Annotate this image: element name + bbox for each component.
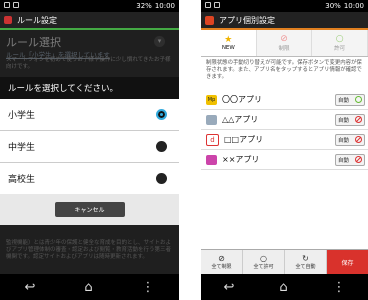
notification-icon <box>205 2 211 8</box>
app-list: Mp 〇〇アプリ 自動 △△アプリ 自動 d □□アプリ 自動 ××アプリ 自動 <box>201 90 368 170</box>
radio-icon[interactable] <box>156 141 167 152</box>
allowed-icon <box>355 96 362 103</box>
app-name[interactable]: 〇〇アプリ <box>222 94 330 105</box>
radio-icon[interactable] <box>156 173 167 184</box>
save-button[interactable]: 保存 <box>327 250 368 274</box>
app-icon <box>4 16 12 24</box>
app-name[interactable]: △△アプリ <box>222 114 330 125</box>
cancel-button[interactable]: キャンセル <box>54 202 125 217</box>
rule-option-label: 高校生 <box>8 175 36 185</box>
title-bar: アプリ個別設定 <box>201 12 368 30</box>
circle-icon: ○ <box>260 254 267 263</box>
screen-title: アプリ個別設定 <box>219 15 275 25</box>
status-bar: 32% 10:00 <box>0 0 179 12</box>
back-icon[interactable]: ↩ <box>223 280 234 295</box>
action-label: 全て許可 <box>253 264 274 270</box>
dialog-footer: キャンセル <box>0 194 179 225</box>
rule-option[interactable]: 高校生 <box>0 163 179 194</box>
menu-icon[interactable]: ⋮ <box>142 280 155 295</box>
circle-icon: ○ <box>335 34 344 44</box>
right-screen: 30% 10:00 アプリ個別設定 ★ NEW ⊘ 制限 ○ 許可 制限状態の手… <box>201 0 368 300</box>
app-badge-icon: d <box>206 133 219 146</box>
ban-icon: ⊘ <box>280 34 288 44</box>
tab-bar: ★ NEW ⊘ 制限 ○ 許可 <box>201 30 368 57</box>
app-badge-icon: Mp <box>206 94 217 105</box>
toggle-label: 自動 <box>338 97 350 104</box>
restricted-icon <box>355 136 362 143</box>
dialog-title: ルールを選択してください。 <box>0 77 179 99</box>
notification-icon <box>214 2 220 8</box>
action-bar: ⊘ 全て制限 ○ 全て許可 ↻ 全て自動 保存 <box>201 249 368 274</box>
app-icon <box>205 15 214 25</box>
home-icon[interactable]: ⌂ <box>279 280 287 295</box>
restricted-icon <box>355 116 362 123</box>
title-bar: ルール設定 <box>0 12 179 30</box>
allow-all-button[interactable]: ○ 全て許可 <box>243 250 285 274</box>
home-icon[interactable]: ⌂ <box>84 280 92 295</box>
app-row[interactable]: ××アプリ 自動 <box>201 150 368 170</box>
back-icon[interactable]: ↩ <box>24 280 35 295</box>
action-label: 保存 <box>341 259 354 267</box>
app-name[interactable]: ××アプリ <box>222 154 330 165</box>
rule-option-label: 小学生 <box>8 111 36 121</box>
nav-bar: ↩ ⌂ ⋮ <box>0 274 179 300</box>
star-icon: ★ <box>224 35 233 45</box>
tab-label: 許可 <box>334 46 346 52</box>
auto-all-button[interactable]: ↻ 全て自動 <box>285 250 327 274</box>
auto-toggle-button[interactable]: 自動 <box>335 153 365 166</box>
tab-label: 制限 <box>278 46 290 52</box>
tab-allowed[interactable]: ○ 許可 <box>312 30 368 56</box>
app-row[interactable]: d □□アプリ 自動 <box>201 130 368 150</box>
auto-icon: ↻ <box>302 254 309 263</box>
rule-option[interactable]: 中学生 <box>0 131 179 163</box>
menu-icon[interactable]: ⋮ <box>333 280 346 295</box>
screen-title: ルール設定 <box>17 15 57 25</box>
tab-new[interactable]: ★ NEW <box>201 30 257 56</box>
app-row[interactable]: △△アプリ 自動 <box>201 110 368 130</box>
action-label: 全て制限 <box>211 264 232 270</box>
auto-toggle-button[interactable]: 自動 <box>335 93 365 106</box>
auto-toggle-button[interactable]: 自動 <box>335 133 365 146</box>
toggle-label: 自動 <box>338 157 350 164</box>
app-badge-icon <box>206 114 217 125</box>
restricted-icon <box>355 156 362 163</box>
tab-restricted[interactable]: ⊘ 制限 <box>257 30 313 56</box>
tab-label: NEW <box>221 45 235 51</box>
toggle-label: 自動 <box>338 137 350 144</box>
radio-selected-icon[interactable] <box>156 109 167 120</box>
action-label: 全て自動 <box>295 264 316 270</box>
ban-icon: ⊘ <box>218 254 225 263</box>
toggle-label: 自動 <box>338 117 350 124</box>
restrict-all-button[interactable]: ⊘ 全て制限 <box>201 250 243 274</box>
notification-icon <box>4 2 10 8</box>
rule-select-dialog: ルールを選択してください。 小学生 中学生 高校生 キャンセル <box>0 77 179 225</box>
notification-icon <box>13 2 19 8</box>
rule-option-label: 中学生 <box>8 143 36 153</box>
instructions-text: 制限状態の手動切り替えが可能です。保存ボタンで変更内容が保存されます。また、アプ… <box>206 60 362 80</box>
nav-bar: ↩ ⌂ ⋮ <box>201 274 368 300</box>
clock: 10:00 <box>343 2 364 10</box>
app-badge-icon <box>206 154 217 165</box>
rule-option[interactable]: 小学生 <box>0 99 179 131</box>
battery-level: 32% <box>136 2 152 10</box>
app-row[interactable]: Mp 〇〇アプリ 自動 <box>201 90 368 110</box>
auto-toggle-button[interactable]: 自動 <box>335 113 365 126</box>
left-screen: 32% 10:00 ルール設定 ルール選択 ▾ ルール「小学生」を選択しています… <box>0 0 179 300</box>
clock: 10:00 <box>154 2 175 10</box>
app-name[interactable]: □□アプリ <box>224 134 330 145</box>
status-bar: 30% 10:00 <box>201 0 368 12</box>
battery-level: 30% <box>325 2 341 10</box>
